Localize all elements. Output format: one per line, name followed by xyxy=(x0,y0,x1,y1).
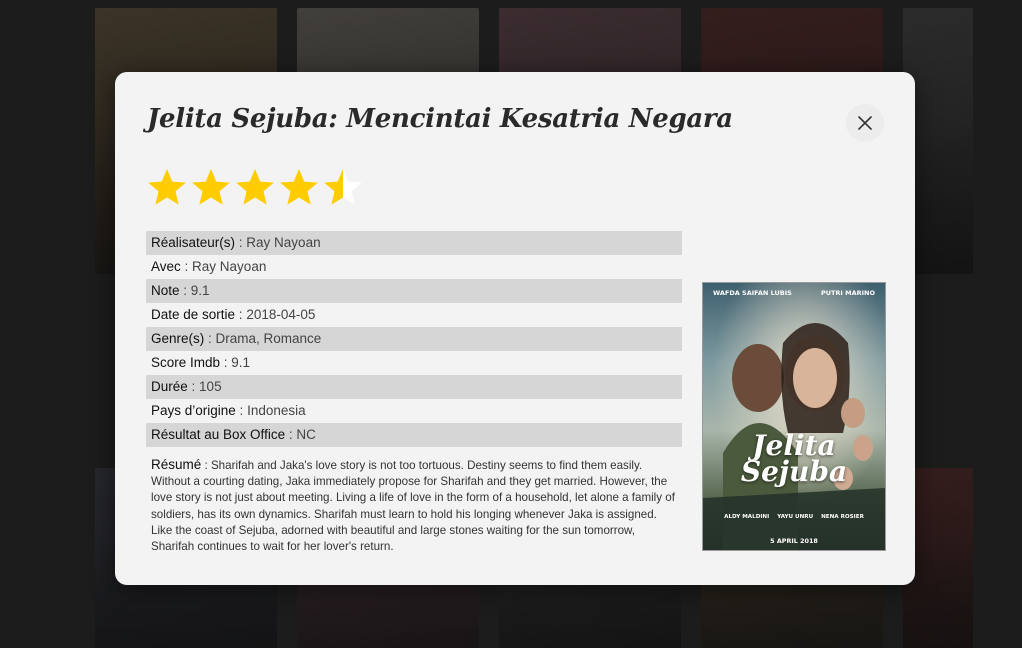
movie-summary: Résumé : Sharifah and Jaka's love story … xyxy=(151,457,681,555)
poster-title-line2: Sejuba xyxy=(740,455,848,488)
detail-row: Genre(s) : Drama, Romance xyxy=(146,327,682,351)
detail-separator: : xyxy=(204,331,216,346)
summary-separator: : xyxy=(201,459,211,472)
detail-value: Ray Nayoan xyxy=(246,235,321,250)
poster-cast: ALDY MALDINI YAYU UNRU NENA ROSIER xyxy=(703,514,885,520)
detail-row: Score Imdb : 9.1 xyxy=(146,351,682,375)
detail-row: Avec : Ray Nayoan xyxy=(146,255,682,279)
detail-value: Drama, Romance xyxy=(215,331,322,346)
poster-actors: WAFDA SAIFAN LUBIS PUTRI MARINO xyxy=(703,289,885,297)
summary-label: Résumé xyxy=(151,457,202,472)
detail-value: 105 xyxy=(199,379,222,394)
star-icon xyxy=(324,169,362,205)
detail-key: Avec xyxy=(151,259,181,274)
detail-row: Réalisateur(s) : Ray Nayoan xyxy=(146,231,682,255)
detail-separator: : xyxy=(220,355,232,370)
star-icon xyxy=(280,169,318,205)
detail-row: Date de sortie : 2018-04-05 xyxy=(146,303,682,327)
detail-key: Pays d’origine xyxy=(151,403,236,418)
poster-actor-left: WAFDA SAIFAN LUBIS xyxy=(713,289,792,297)
detail-value: 9.1 xyxy=(231,355,251,370)
poster-cast-name: NENA ROSIER xyxy=(821,514,864,520)
detail-row: Résultat au Box Office : NC xyxy=(146,423,682,447)
detail-key: Note xyxy=(151,283,180,298)
detail-separator: : xyxy=(235,235,247,250)
poster-title: Jelita Sejuba xyxy=(703,432,885,488)
detail-key: Durée xyxy=(151,379,188,394)
close-icon xyxy=(858,116,872,130)
star-rating xyxy=(147,167,363,207)
detail-key: Score Imdb xyxy=(151,355,221,370)
poster-release-date: 5 APRIL 2018 xyxy=(770,537,818,545)
detail-separator: : xyxy=(187,379,200,394)
poster-artwork xyxy=(703,283,885,550)
detail-key: Genre(s) xyxy=(151,331,205,346)
movie-details-table: Réalisateur(s) : Ray Nayoan Avec : Ray Na… xyxy=(146,231,682,447)
detail-key: Réalisateur(s) xyxy=(151,235,236,250)
detail-value: 9.1 xyxy=(190,283,210,298)
detail-separator: : xyxy=(235,307,247,322)
summary-text: Sharifah and Jaka's love story is not to… xyxy=(151,459,675,554)
poster-actor-right: PUTRI MARINO xyxy=(820,289,875,297)
movie-detail-modal: Jelita Sejuba: Mencintai Kesatria Negara… xyxy=(115,72,915,585)
close-button[interactable] xyxy=(846,104,884,142)
movie-title: Jelita Sejuba: Mencintai Kesatria Negara xyxy=(147,104,733,134)
detail-separator: : xyxy=(235,403,248,418)
detail-separator: : xyxy=(180,259,193,274)
poster-cast-name: ALDY MALDINI xyxy=(724,514,770,520)
detail-row: Pays d’origine : Indonesia xyxy=(146,399,682,423)
detail-row: Note : 9.1 xyxy=(146,279,682,303)
detail-value: Indonesia xyxy=(247,403,306,418)
poster-cast-name: YAYU UNRU xyxy=(777,514,814,520)
star-icon xyxy=(148,169,186,205)
detail-value: 2018-04-05 xyxy=(246,307,316,322)
detail-value: NC xyxy=(296,427,316,442)
star-icon xyxy=(192,169,230,205)
detail-separator: : xyxy=(179,283,191,298)
detail-separator: : xyxy=(285,427,297,442)
detail-value: Ray Nayoan xyxy=(192,259,267,274)
detail-key: Résultat au Box Office xyxy=(151,427,286,442)
star-icon xyxy=(236,169,274,205)
movie-poster: WAFDA SAIFAN LUBIS PUTRI MARINO Jelita S… xyxy=(702,282,886,551)
detail-key: Date de sortie xyxy=(151,307,236,322)
detail-row: Durée : 105 xyxy=(146,375,682,399)
